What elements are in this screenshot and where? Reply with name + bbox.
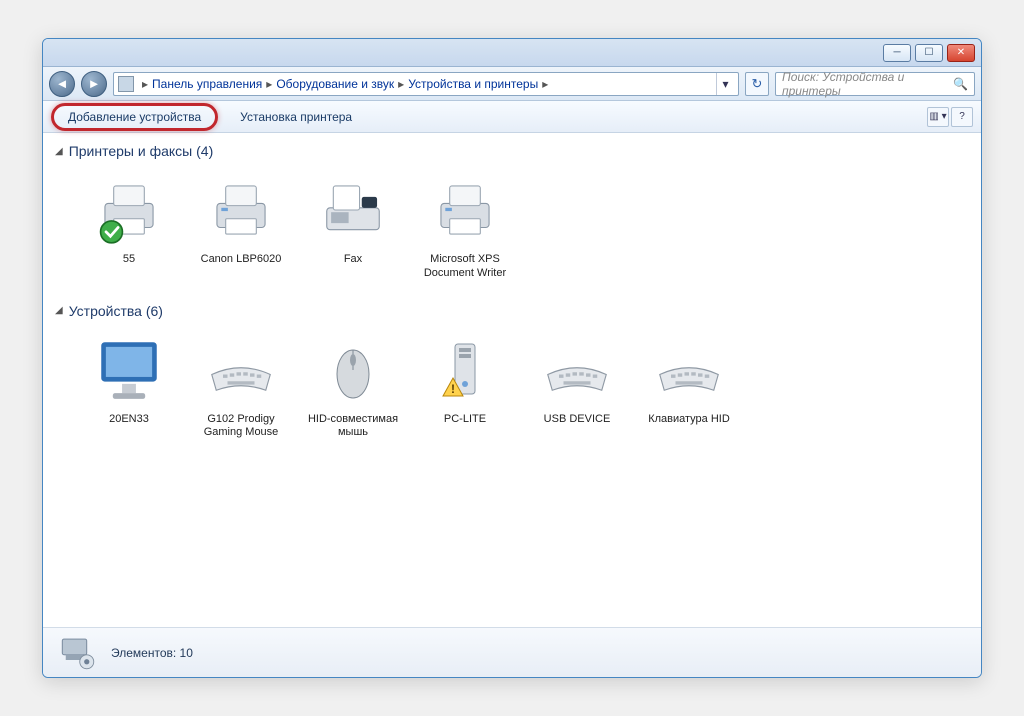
location-icon (118, 76, 134, 92)
device-label: Canon LBP6020 (201, 253, 282, 267)
mouse-icon (313, 331, 393, 409)
content-area: ◢ Принтеры и факсы (4) 55 Canon LBP6020 F… (43, 133, 981, 627)
device-xps-writer[interactable]: Microsoft XPS Document Writer (409, 167, 521, 285)
collapse-icon: ◢ (55, 305, 63, 316)
keyboard-icon (537, 331, 617, 409)
search-placeholder: Поиск: Устройства и принтеры (782, 70, 953, 98)
device-55[interactable]: 55 (73, 167, 185, 285)
printer-icon (201, 171, 281, 249)
explorer-window: ─ ☐ ✕ ◄ ► ▸ Панель управления ▸ Оборудов… (42, 38, 982, 678)
printer-icon (425, 171, 505, 249)
group-title: Устройства (6) (69, 303, 163, 319)
add-printer-button[interactable]: Установка принтера (230, 106, 362, 128)
address-bar[interactable]: ▸ Панель управления ▸ Оборудование и зву… (113, 72, 739, 96)
group-header[interactable]: ◢ Принтеры и факсы (4) (43, 139, 981, 163)
search-icon: 🔍 (953, 77, 968, 91)
chevron-right-icon: ▸ (262, 77, 276, 91)
device-label: Fax (344, 253, 362, 267)
collapse-icon: ◢ (55, 146, 63, 157)
breadcrumb[interactable]: Устройства и принтеры (408, 77, 538, 91)
device-canon-lbp6020[interactable]: Canon LBP6020 (185, 167, 297, 285)
group-title: Принтеры и факсы (4) (69, 143, 214, 159)
toolbar: Добавление устройства Установка принтера… (43, 101, 981, 133)
search-input[interactable]: Поиск: Устройства и принтеры 🔍 (775, 72, 975, 96)
navigation-bar: ◄ ► ▸ Панель управления ▸ Оборудование и… (43, 67, 981, 101)
svg-text:!: ! (451, 382, 455, 396)
status-text: Элементов: 10 (111, 646, 193, 660)
breadcrumb[interactable]: Панель управления (152, 77, 262, 91)
tower-warn-icon: ! (425, 331, 505, 409)
device-label: PC-LITE (444, 413, 486, 427)
address-dropdown[interactable]: ▾ (716, 73, 734, 95)
device-label: 55 (123, 253, 135, 267)
keyboard-icon (201, 331, 281, 409)
chevron-right-icon: ▸ (138, 77, 152, 91)
keyboard-icon (649, 331, 729, 409)
chevron-right-icon: ▸ (538, 77, 552, 91)
breadcrumb[interactable]: Оборудование и звук (276, 77, 394, 91)
status-bar: Элементов: 10 (43, 627, 981, 677)
device-usb-device[interactable]: USB DEVICE (521, 327, 633, 445)
back-button[interactable]: ◄ (49, 71, 75, 97)
device-label: G102 Prodigy Gaming Mouse (187, 413, 295, 441)
maximize-button[interactable]: ☐ (915, 44, 943, 62)
device-fax[interactable]: Fax (297, 167, 409, 285)
device-20en33[interactable]: 20EN33 (73, 327, 185, 445)
device-hid-keyboard[interactable]: Клавиатура HID (633, 327, 745, 445)
device-label: Microsoft XPS Document Writer (411, 253, 519, 281)
minimize-button[interactable]: ─ (883, 44, 911, 62)
devices-icon (57, 634, 99, 672)
device-pc-lite[interactable]: ! PC-LITE (409, 327, 521, 445)
change-view-button[interactable]: ▥ ▾ (927, 107, 949, 127)
monitor-icon (89, 331, 169, 409)
printer-default-icon (89, 171, 169, 249)
help-button[interactable]: ? (951, 107, 973, 127)
device-hid-mouse[interactable]: HID-совместимая мышь (297, 327, 409, 445)
forward-button[interactable]: ► (81, 71, 107, 97)
group-items: 20EN33 G102 Prodigy Gaming Mouse HID-сов… (43, 323, 981, 459)
device-label: Клавиатура HID (648, 413, 730, 427)
device-label: 20EN33 (109, 413, 149, 427)
view-options: ▥ ▾ ? (927, 107, 973, 127)
device-label: USB DEVICE (544, 413, 611, 427)
device-label: HID-совместимая мышь (299, 413, 407, 441)
group-header[interactable]: ◢ Устройства (6) (43, 299, 981, 323)
refresh-button[interactable]: ↻ (745, 72, 769, 96)
close-button[interactable]: ✕ (947, 44, 975, 62)
titlebar: ─ ☐ ✕ (43, 39, 981, 67)
add-device-button[interactable]: Добавление устройства (51, 103, 218, 131)
fax-icon (313, 171, 393, 249)
group-items: 55 Canon LBP6020 Fax Microsoft XPS Docum… (43, 163, 981, 299)
chevron-right-icon: ▸ (394, 77, 408, 91)
device-g102-mouse[interactable]: G102 Prodigy Gaming Mouse (185, 327, 297, 445)
